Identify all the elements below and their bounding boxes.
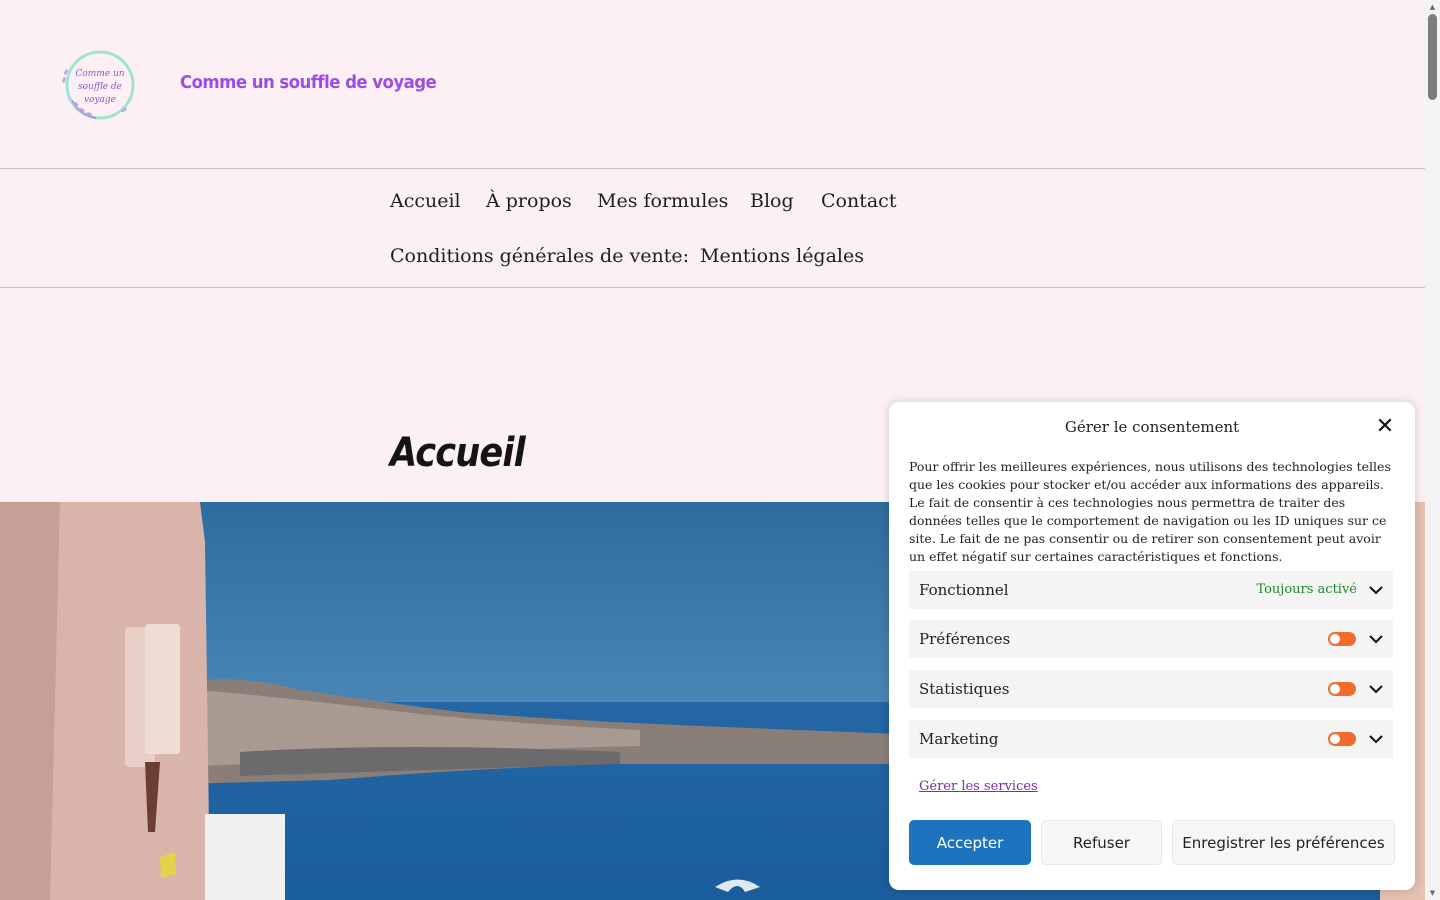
nav-item-mentions-legales[interactable]: Mentions légales (700, 245, 864, 267)
category-label: Fonctionnel (919, 581, 1009, 599)
category-label: Marketing (919, 730, 999, 748)
accept-button[interactable]: Accepter (909, 820, 1031, 865)
site-logo[interactable]: Comme un souffle de voyage (58, 48, 142, 122)
page-title: Accueil (390, 430, 526, 476)
category-label: Statistiques (919, 680, 1010, 698)
cookie-description: Pour offrir les meilleures expériences, … (909, 459, 1391, 564)
toggle-knob (1330, 734, 1340, 744)
chevron-down-icon[interactable] (1368, 731, 1384, 747)
manage-services-link[interactable]: Gérer les services (919, 779, 1038, 794)
category-fonctionnel[interactable]: Fonctionnel Toujours activé (909, 571, 1393, 609)
always-active-label: Toujours activé (1256, 582, 1357, 597)
nav-item-a-propos[interactable]: À propos (486, 190, 572, 212)
chevron-down-icon[interactable] (1368, 631, 1384, 647)
scroll-up-icon[interactable]: ▲ (1428, 2, 1437, 12)
preferences-toggle[interactable] (1328, 632, 1356, 646)
toggle-knob (1330, 684, 1340, 694)
page-scrollbar[interactable]: ▲ ▼ (1425, 0, 1440, 900)
category-statistiques[interactable]: Statistiques (909, 670, 1393, 708)
nav-item-mes-formules[interactable]: Mes formules (597, 190, 728, 212)
chevron-down-icon[interactable] (1368, 582, 1384, 598)
main-navigation: Accueil À propos Mes formules Blog Conta… (0, 168, 1425, 288)
scroll-down-icon[interactable]: ▼ (1428, 888, 1437, 898)
category-preferences[interactable]: Préférences (909, 620, 1393, 658)
cookie-dialog-title: Gérer le consentement (1064, 418, 1240, 436)
nav-item-blog[interactable]: Blog (750, 190, 794, 212)
nav-item-accueil[interactable]: Accueil (390, 190, 461, 212)
logo-text: Comme un souffle de voyage (75, 69, 125, 105)
deny-button[interactable]: Refuser (1041, 820, 1162, 865)
cookie-consent-dialog: Gérer le consentement ✕ Pour offrir les … (889, 402, 1415, 890)
nav-item-contact[interactable]: Contact (821, 190, 896, 212)
category-marketing[interactable]: Marketing (909, 720, 1393, 758)
chevron-down-icon[interactable] (1368, 681, 1384, 697)
statistiques-toggle[interactable] (1328, 682, 1356, 696)
site-title[interactable]: Comme un souffle de voyage (180, 72, 437, 93)
category-label: Préférences (919, 630, 1011, 648)
marketing-toggle[interactable] (1328, 732, 1356, 746)
toggle-knob (1330, 634, 1340, 644)
nav-item-conditions[interactable]: Conditions générales de vente: (390, 245, 689, 267)
scroll-thumb[interactable] (1428, 14, 1437, 100)
site-header: Comme un souffle de voyage Comme un souf… (0, 0, 1425, 168)
close-icon[interactable]: ✕ (1374, 416, 1396, 438)
save-preferences-button[interactable]: Enregistrer les préférences (1172, 820, 1395, 865)
